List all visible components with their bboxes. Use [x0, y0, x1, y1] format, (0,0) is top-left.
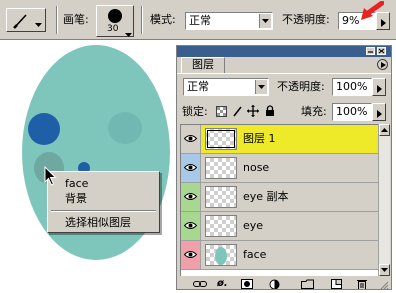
layer-row-face[interactable]: face [181, 241, 378, 270]
context-menu-item-face[interactable]: face [65, 177, 88, 191]
menu-separator [51, 210, 156, 212]
context-menu-item-select-similar-layers[interactable]: 选择相似图层 [65, 216, 131, 230]
visibility-toggle[interactable] [181, 125, 201, 153]
layer-opacity-label: 不透明度: [277, 80, 325, 93]
brush-tool-icon [12, 12, 30, 33]
layer-name: 图层 1 [243, 132, 276, 145]
context-menu: face 背景 选择相似图层 [47, 171, 160, 233]
fill-input[interactable]: 100% [332, 103, 372, 121]
chevron-down-icon [255, 80, 267, 94]
layer-name: eye 副本 [243, 190, 289, 203]
lock-all-icon[interactable] [265, 105, 275, 120]
mode-value: 正常 [189, 14, 211, 27]
panel-menu-icon[interactable] [377, 59, 388, 70]
eye-icon [184, 164, 197, 171]
opacity-label: 不透明度: [282, 13, 330, 26]
fill-slider-button[interactable] [372, 103, 386, 121]
layer-thumbnail [205, 157, 237, 179]
layer-row-nose[interactable]: nose [181, 154, 378, 183]
eye-icon [184, 135, 197, 142]
close-icon[interactable] [377, 47, 386, 55]
blend-mode-select[interactable]: 正常 [183, 78, 269, 96]
layer-row-eye[interactable]: eye [181, 212, 378, 241]
visibility-toggle[interactable] [181, 154, 201, 182]
link-layers-icon[interactable] [193, 279, 207, 289]
separator [56, 6, 58, 34]
left-eye [28, 113, 60, 145]
lock-transparency-icon[interactable] [216, 106, 227, 120]
chevron-down-icon [125, 28, 132, 41]
eye-icon [184, 222, 197, 229]
context-menu-item-background[interactable]: 背景 [65, 192, 87, 206]
tab-divider [177, 73, 391, 74]
layers-footer: ø. [177, 278, 391, 289]
layers-panel: 图层 正常 不透明度: 100% 锁定: 填充: 100% 图层 1 nose … [176, 45, 392, 290]
layer-row-eye-copy[interactable]: eye 副本 [181, 183, 378, 212]
chevron-right-icon [377, 83, 382, 96]
new-group-icon[interactable] [301, 279, 314, 289]
adjustment-layer-icon[interactable] [269, 279, 280, 289]
visibility-toggle[interactable] [181, 212, 201, 240]
scroll-down-button[interactable] [379, 264, 390, 276]
scroll-up-button[interactable] [379, 124, 390, 136]
layer-opacity-input[interactable]: 100% [332, 78, 372, 96]
eye-icon [184, 193, 197, 200]
fill-label: 填充: [301, 105, 327, 118]
lock-position-icon[interactable] [247, 105, 259, 120]
separator [141, 6, 143, 34]
eye-icon [184, 251, 197, 258]
brush-tip-preview [108, 9, 122, 23]
right-eye [108, 112, 142, 144]
opacity-value: 9% [342, 14, 360, 27]
panel-title-bar[interactable] [177, 46, 391, 57]
layer-name: face [243, 248, 267, 261]
add-mask-icon[interactable] [241, 279, 253, 289]
delete-layer-icon[interactable] [357, 279, 367, 289]
layer-thumbnail [205, 244, 237, 266]
chevron-right-icon [377, 108, 382, 121]
annotation-arrow-icon [358, 0, 385, 26]
visibility-toggle[interactable] [181, 183, 201, 211]
new-layer-icon[interactable] [331, 279, 342, 289]
layer-thumbnail [205, 128, 237, 150]
blend-mode-value: 正常 [187, 80, 209, 93]
layer-name: nose [243, 161, 270, 174]
tab-layers[interactable]: 图层 [181, 57, 225, 73]
minimize-icon[interactable] [366, 47, 375, 55]
layer-name: eye [243, 219, 264, 232]
chevron-down-icon [35, 18, 42, 31]
mouse-pointer-icon [44, 165, 57, 189]
layer-opacity-slider-button[interactable] [372, 78, 386, 96]
layer-opacity-value: 100% [336, 80, 368, 93]
visibility-toggle[interactable] [181, 241, 201, 269]
brush-size-value: 30 [107, 24, 119, 34]
chevron-down-icon [259, 14, 271, 28]
layer-thumbnail [205, 215, 237, 237]
layer-row-layer-1[interactable]: 图层 1 [181, 125, 378, 154]
lock-label: 锁定: [182, 105, 208, 118]
layers-list: 图层 1 nose eye 副本 eye face [180, 124, 378, 276]
tool-preset-picker[interactable] [6, 8, 46, 32]
mode-select[interactable]: 正常 [185, 12, 273, 30]
options-bar: 画笔: 30 模式: 正常 不透明度: 9% [0, 0, 396, 40]
fill-value: 100% [336, 105, 368, 118]
brush-picker[interactable]: 30 [96, 5, 134, 37]
thumbnail-face-shape [215, 247, 227, 265]
resize-grip-icon[interactable] [380, 280, 389, 289]
layer-thumbnail [205, 186, 237, 208]
layers-scrollbar[interactable] [378, 124, 390, 276]
mode-label: 模式: [150, 13, 176, 26]
layer-style-icon[interactable]: ø. [217, 279, 228, 289]
lock-pixels-icon[interactable] [232, 106, 243, 120]
brush-label: 画笔: [63, 13, 89, 26]
